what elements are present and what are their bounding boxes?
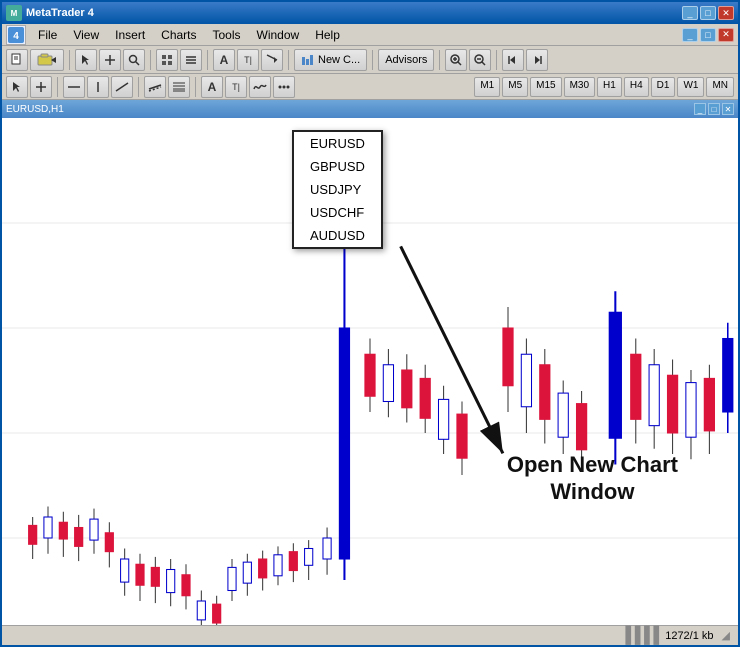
minimize-button[interactable]: _	[682, 6, 698, 20]
tb-text[interactable]: T|	[237, 49, 259, 71]
separator-d2	[138, 77, 139, 97]
separator-2	[150, 50, 151, 70]
tf-h1[interactable]: H1	[597, 77, 622, 97]
chart-close[interactable]: ✕	[722, 103, 734, 115]
maximize-button[interactable]: □	[700, 6, 716, 20]
chart-title: EURUSD,H1	[6, 104, 64, 115]
tb-text2[interactable]: A	[201, 76, 223, 98]
tb-A[interactable]: A	[213, 49, 235, 71]
chart-restore[interactable]: □	[708, 103, 720, 115]
main-area: EURUSD,H1 _ □ ✕	[2, 100, 738, 625]
tf-m15[interactable]: M15	[530, 77, 561, 97]
symbol-audusd[interactable]: AUDUSD	[294, 224, 381, 247]
scroll-icon: ◢	[722, 629, 730, 642]
tf-mn[interactable]: MN	[706, 77, 734, 97]
tb-arrow[interactable]	[261, 49, 283, 71]
menu-bar: 4 File View Insert Charts Tools Window H…	[2, 24, 738, 46]
separator-7	[496, 50, 497, 70]
separator-4	[288, 50, 289, 70]
chart-container: EURUSD,H1 _ □ ✕	[2, 100, 738, 625]
title-bar-left: M MetaTrader 4	[6, 5, 94, 21]
mdi-minimize[interactable]: _	[682, 28, 698, 42]
mdi-restore[interactable]: □	[700, 28, 716, 42]
menu-tools[interactable]: Tools	[205, 26, 249, 44]
tb-zoom[interactable]	[123, 49, 145, 71]
tb-crosshair2[interactable]	[30, 76, 52, 98]
advisors-button[interactable]: Advisors	[378, 49, 434, 71]
tb-scroll-left[interactable]	[502, 49, 524, 71]
tf-w1[interactable]: W1	[677, 77, 704, 97]
toolbar-main: A T| New C... Advisors	[2, 46, 738, 74]
tb-zoom-out[interactable]	[469, 49, 491, 71]
separator-5	[372, 50, 373, 70]
annotation-text: Open New Chart	[507, 452, 678, 478]
tb-wave[interactable]	[249, 76, 271, 98]
main-window: M MetaTrader 4 _ □ ✕ 4 File View Insert …	[0, 0, 740, 647]
tb-zoom-in[interactable]	[445, 49, 467, 71]
app-icon: M	[6, 5, 22, 21]
tb-label[interactable]: T|	[225, 76, 247, 98]
tb-open[interactable]	[30, 49, 64, 71]
tf-m5[interactable]: M5	[502, 77, 528, 97]
status-bar: ▐▐▐▐ 1272/1 kb ◢	[2, 625, 738, 645]
separator-d1	[57, 77, 58, 97]
mdi-close[interactable]: ✕	[718, 28, 734, 42]
tb-trendline[interactable]	[111, 76, 133, 98]
memory-usage: 1272/1 kb	[665, 630, 713, 642]
tb-list[interactable]	[180, 49, 202, 71]
window-controls: _ □ ✕	[682, 6, 734, 20]
separator-3	[207, 50, 208, 70]
symbol-eurusd[interactable]: EURUSD	[294, 132, 381, 155]
tb-crosshair[interactable]	[99, 49, 121, 71]
tb-vline[interactable]	[87, 76, 109, 98]
new-chart-button[interactable]: New C...	[294, 49, 367, 71]
symbol-gbpusd[interactable]: GBPUSD	[294, 155, 381, 178]
tf-m1[interactable]: M1	[474, 77, 500, 97]
inner-titlebar: EURUSD,H1 _ □ ✕	[2, 100, 738, 118]
new-chart-label: New C...	[318, 54, 360, 66]
separator-1	[69, 50, 70, 70]
tb-pointer[interactable]	[6, 76, 28, 98]
symbol-usdjpy[interactable]: USDJPY	[294, 178, 381, 201]
window-title: MetaTrader 4	[26, 7, 94, 19]
advisors-label: Advisors	[385, 54, 427, 66]
annotation-overlay: Open New Chart Window	[507, 452, 678, 505]
separator-6	[439, 50, 440, 70]
tf-m30[interactable]: M30	[564, 77, 595, 97]
menu-view[interactable]: View	[65, 26, 107, 44]
menu-file[interactable]: File	[30, 26, 65, 44]
tb-cursor[interactable]	[75, 49, 97, 71]
menu-insert[interactable]: Insert	[107, 26, 153, 44]
svg-text:M: M	[11, 9, 18, 18]
timeframe-group: M1 M5 M15 M30 H1 H4 D1 W1 MN	[474, 77, 734, 97]
menu-window[interactable]: Window	[249, 26, 308, 44]
menu-help[interactable]: Help	[307, 26, 348, 44]
chart-minimize[interactable]: _	[694, 103, 706, 115]
tb-new[interactable]	[6, 49, 28, 71]
tf-d1[interactable]: D1	[651, 77, 676, 97]
tb-hline[interactable]	[63, 76, 85, 98]
svg-text:4: 4	[13, 31, 19, 42]
app-logo: 4	[6, 25, 26, 45]
tb-more-draw[interactable]	[273, 76, 295, 98]
symbol-usdchf[interactable]: USDCHF	[294, 201, 381, 224]
tf-h4[interactable]: H4	[624, 77, 649, 97]
tb-channel[interactable]	[144, 76, 166, 98]
title-bar: M MetaTrader 4 _ □ ✕	[2, 2, 738, 24]
inner-window-controls: _ □ ✕	[694, 103, 734, 115]
status-bars-icon: ▐▐▐▐	[620, 627, 657, 645]
tb-fib[interactable]	[168, 76, 190, 98]
close-button[interactable]: ✕	[718, 6, 734, 20]
tb-scroll-right[interactable]	[526, 49, 548, 71]
menu-charts[interactable]: Charts	[153, 26, 204, 44]
separator-d3	[195, 77, 196, 97]
toolbar-drawing: A T| M1 M5 M15 M30 H1 H4 D1 W1 MN	[2, 74, 738, 100]
annotation-text-2: Window	[507, 479, 678, 505]
tb-properties[interactable]	[156, 49, 178, 71]
symbol-dropdown: EURUSD GBPUSD USDJPY USDCHF AUDUSD	[292, 130, 383, 249]
